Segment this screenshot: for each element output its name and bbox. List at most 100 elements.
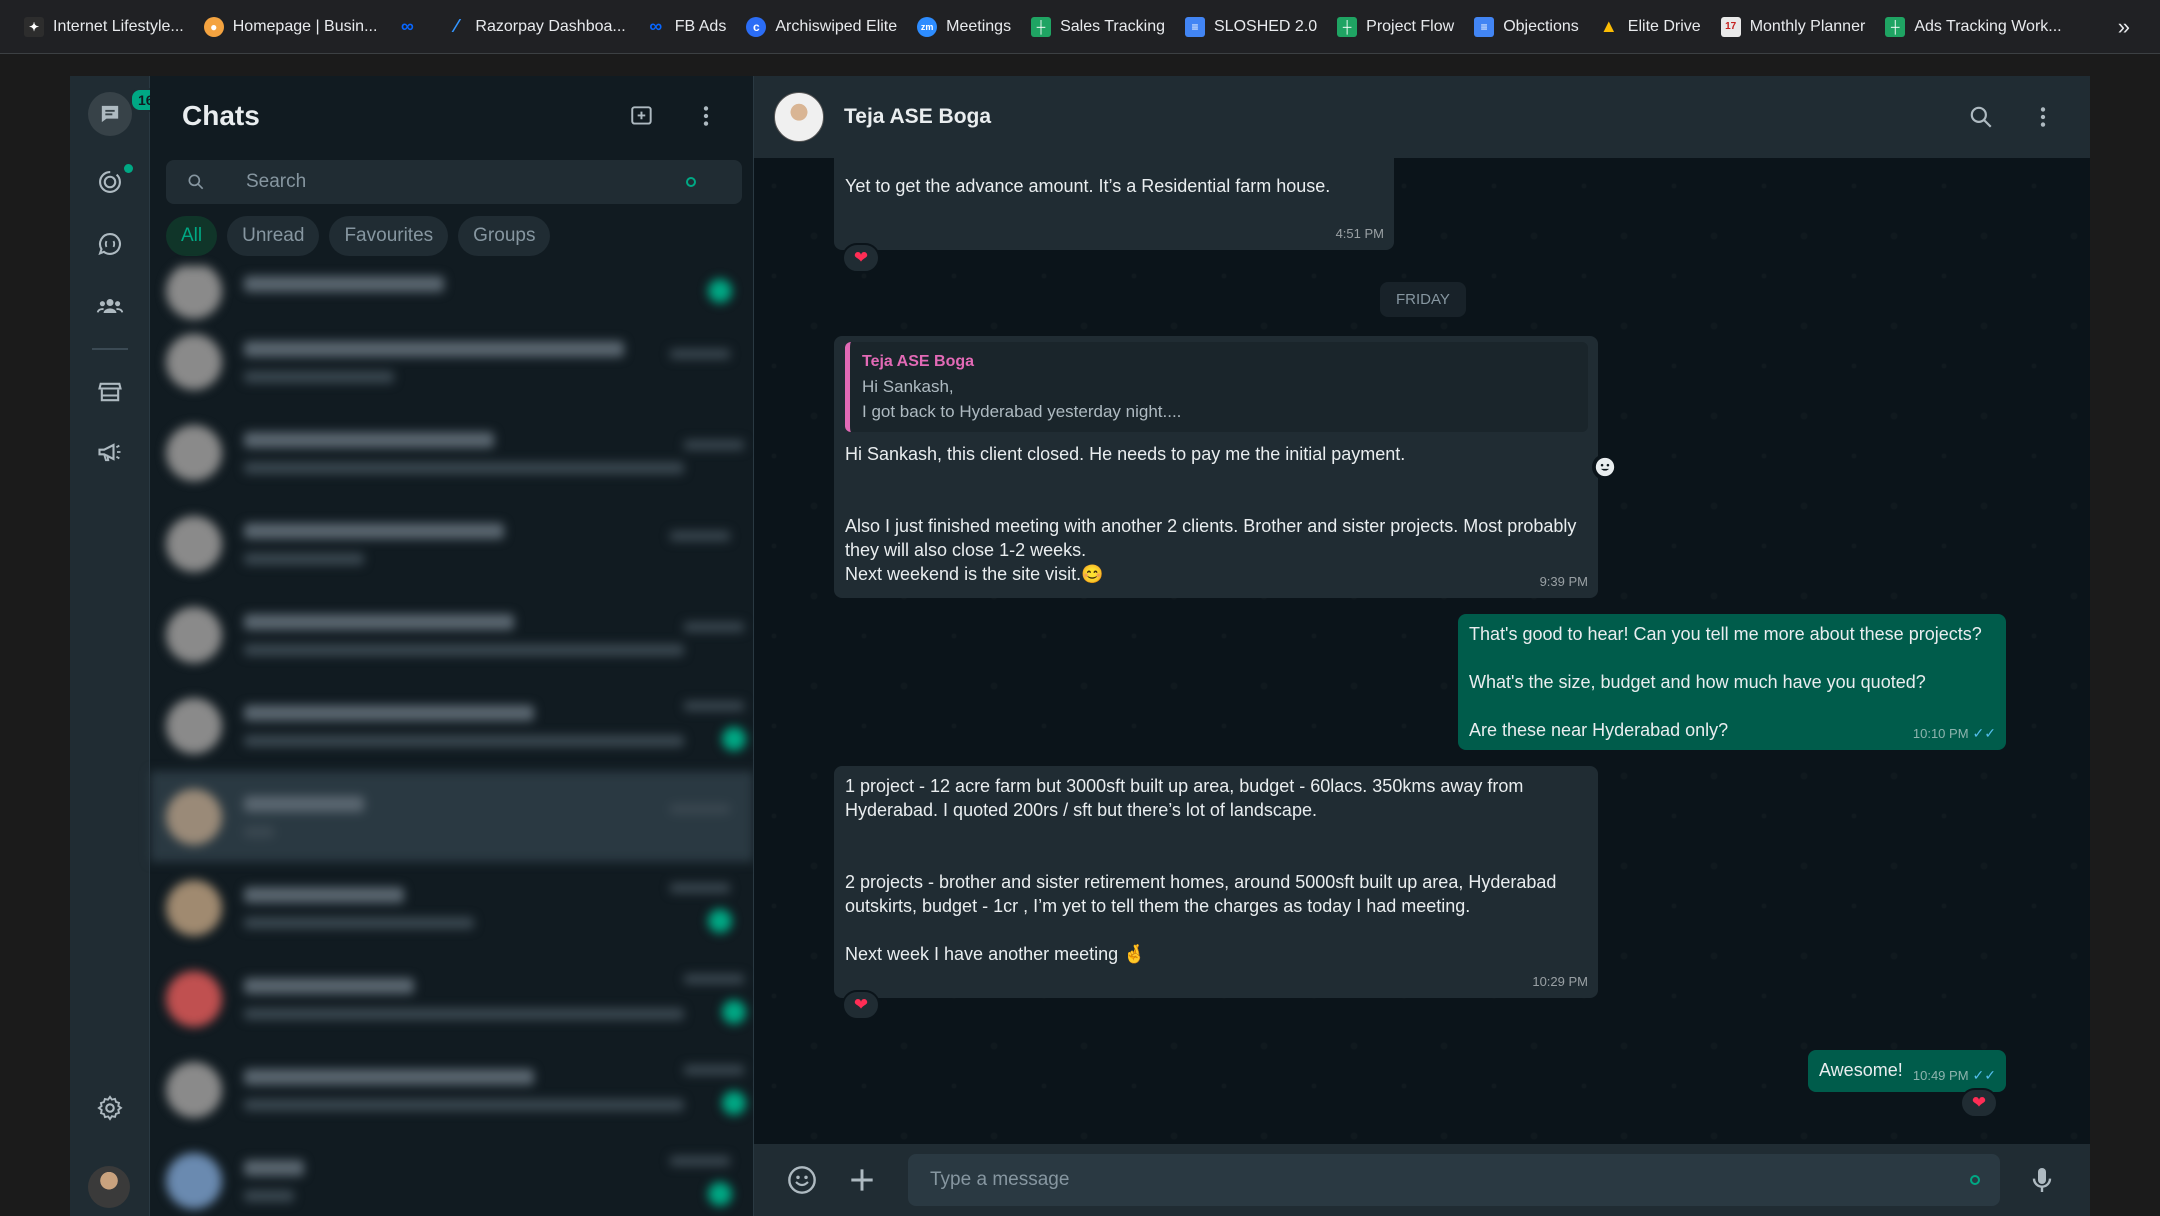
- conversation-header[interactable]: Teja ASE Boga: [754, 76, 2090, 158]
- meta-icon: ∞: [401, 16, 414, 36]
- chats-title: Chats: [182, 100, 260, 131]
- conversation-panel: Teja ASE Boga Client paid for site visit…: [754, 76, 2090, 1216]
- bookmark-homepage[interactable]: ● Homepage | Busin...: [194, 0, 388, 54]
- message-time: 10:29 PM: [1532, 974, 1588, 989]
- message-time: 9:39 PM: [1539, 574, 1588, 589]
- globe-icon: ●: [203, 16, 224, 37]
- message-time: 10:49 PM ✓✓: [1912, 1067, 1996, 1083]
- megaphone-icon: [98, 443, 121, 462]
- bookmark-fb-ads[interactable]: ∞ FB Ads: [636, 0, 737, 54]
- ads-nav-button[interactable]: [88, 430, 132, 474]
- bookmark-sloshed[interactable]: ≡ SLOSHED 2.0: [1175, 0, 1327, 54]
- business-tools-nav-button[interactable]: [88, 370, 132, 414]
- bookmark-elite-drive[interactable]: ▲ Elite Drive: [1589, 0, 1711, 54]
- channels-icon: [98, 233, 121, 256]
- message-text: Awesome!: [1819, 1060, 1903, 1080]
- filter-groups[interactable]: Groups: [458, 216, 551, 256]
- kebab-menu-icon: [2040, 107, 2046, 127]
- chat-row[interactable]: [150, 1044, 754, 1135]
- filter-all[interactable]: All: [166, 216, 218, 256]
- status-dot: [124, 164, 133, 173]
- heart-reaction[interactable]: ❤: [842, 990, 880, 1020]
- chat-row[interactable]: [150, 498, 754, 589]
- chat-avatar: [166, 606, 222, 663]
- kebab-menu-icon: [703, 106, 709, 126]
- message-text: Hi Sankash, this client closed. He needs…: [845, 444, 1577, 584]
- filter-favourites[interactable]: Favourites: [329, 216, 449, 256]
- voice-message-button[interactable]: [2024, 1162, 2060, 1198]
- zoom-icon: zm: [917, 16, 938, 37]
- bookmark-project-flow[interactable]: ┼ Project Flow: [1327, 0, 1464, 54]
- conversation-menu-button[interactable]: [2028, 102, 2058, 132]
- chat-avatar: [166, 1152, 222, 1209]
- filter-unread[interactable]: Unread: [227, 216, 320, 256]
- incoming-message[interactable]: 1 project - 12 acre farm but 3000sft bui…: [834, 766, 1598, 998]
- chat-row[interactable]: [150, 680, 754, 771]
- chat-row[interactable]: [150, 953, 754, 1044]
- incoming-message-with-quote[interactable]: Teja ASE Boga Hi Sankash, I got back to …: [834, 336, 1598, 598]
- heart-reaction[interactable]: ❤: [1960, 1088, 1998, 1118]
- chat-avatar: [166, 697, 222, 754]
- attach-button[interactable]: [844, 1162, 880, 1198]
- more-bookmarks-icon[interactable]: »: [2118, 14, 2130, 40]
- smiley-icon: [788, 1166, 816, 1194]
- quoted-message[interactable]: Teja ASE Boga Hi Sankash, I got back to …: [845, 342, 1588, 432]
- chat-row[interactable]: [150, 316, 754, 407]
- chats-icon: [101, 105, 119, 123]
- rail-divider: [92, 348, 128, 350]
- heart-reaction[interactable]: ❤: [842, 243, 880, 273]
- contact-name[interactable]: Teja ASE Boga: [844, 105, 1966, 129]
- chat-avatar: [166, 1061, 222, 1118]
- bookmark-objections[interactable]: ≡ Objections: [1464, 0, 1589, 54]
- chat-row[interactable]: [150, 589, 754, 680]
- chat-avatar: [166, 515, 222, 572]
- chat-list-panel: Chats Search All Unread Favourites Group…: [150, 76, 754, 1216]
- channels-nav-button[interactable]: [88, 222, 132, 266]
- bookmark-archiswiped[interactable]: c Archiswiped Elite: [736, 0, 907, 54]
- message-input[interactable]: Type a message: [908, 1154, 2000, 1206]
- read-receipt-icon: ✓✓: [1972, 725, 1996, 741]
- quote-text: Hi Sankash,: [862, 377, 954, 396]
- chat-list-rows: [150, 266, 754, 1216]
- chat-row[interactable]: [150, 1135, 754, 1216]
- circle-logo-icon: c: [746, 16, 767, 37]
- chat-filters: All Unread Favourites Groups: [166, 216, 551, 256]
- search-input[interactable]: Search: [166, 160, 742, 204]
- chat-avatar: [166, 266, 222, 319]
- communities-nav-button[interactable]: [88, 284, 132, 328]
- search-placeholder: Search: [246, 171, 307, 192]
- calendar-icon: 17: [1720, 16, 1741, 37]
- emoji-button[interactable]: [784, 1162, 820, 1198]
- profile-avatar[interactable]: [88, 1166, 130, 1208]
- docs-icon: ≡: [1474, 16, 1495, 37]
- bookmark-monthly-planner[interactable]: 17 Monthly Planner: [1711, 0, 1876, 54]
- read-receipt-icon: ✓✓: [1972, 1067, 1996, 1083]
- bookmark-internet-lifestyle[interactable]: ✦ Internet Lifestyle...: [14, 0, 194, 54]
- outgoing-message[interactable]: Awesome! 10:49 PM ✓✓: [1808, 1050, 2006, 1092]
- bookmarks-bar: ✦ Internet Lifestyle... ● Homepage | Busin…: [0, 0, 2160, 54]
- contact-avatar[interactable]: [774, 92, 824, 142]
- bookmark-ads-tracking[interactable]: ┼ Ads Tracking Work...: [1875, 0, 2071, 54]
- bookmark-meetings[interactable]: zm Meetings: [907, 0, 1021, 54]
- status-nav-button[interactable]: [88, 160, 133, 204]
- store-icon: [98, 382, 122, 402]
- bookmark-razorpay[interactable]: ⁄ Razorpay Dashboa...: [436, 0, 635, 54]
- message-time: 4:51 PM: [1335, 226, 1384, 241]
- meta-icon: ∞: [649, 16, 663, 36]
- bookmark-sales-tracking[interactable]: ┼ Sales Tracking: [1021, 0, 1175, 54]
- new-chat-button[interactable]: [627, 101, 657, 131]
- chat-avatar: [166, 879, 222, 936]
- chat-row[interactable]: [150, 862, 754, 953]
- chat-row-selected[interactable]: [150, 771, 754, 862]
- chats-nav-button[interactable]: 163: [88, 88, 170, 136]
- smiley-icon: [1595, 457, 1615, 477]
- outgoing-message[interactable]: That's good to hear! Can you tell me mor…: [1458, 614, 2006, 750]
- chat-row[interactable]: [150, 407, 754, 498]
- react-emoji-button[interactable]: [1592, 454, 1618, 480]
- search-in-chat-button[interactable]: [1966, 102, 1996, 132]
- settings-nav-button[interactable]: [88, 1086, 132, 1130]
- sheets-icon: ┼: [1031, 16, 1052, 37]
- bookmark-meta[interactable]: ∞: [387, 0, 436, 54]
- chat-row[interactable]: [150, 266, 754, 319]
- chat-list-menu-button[interactable]: [691, 101, 721, 131]
